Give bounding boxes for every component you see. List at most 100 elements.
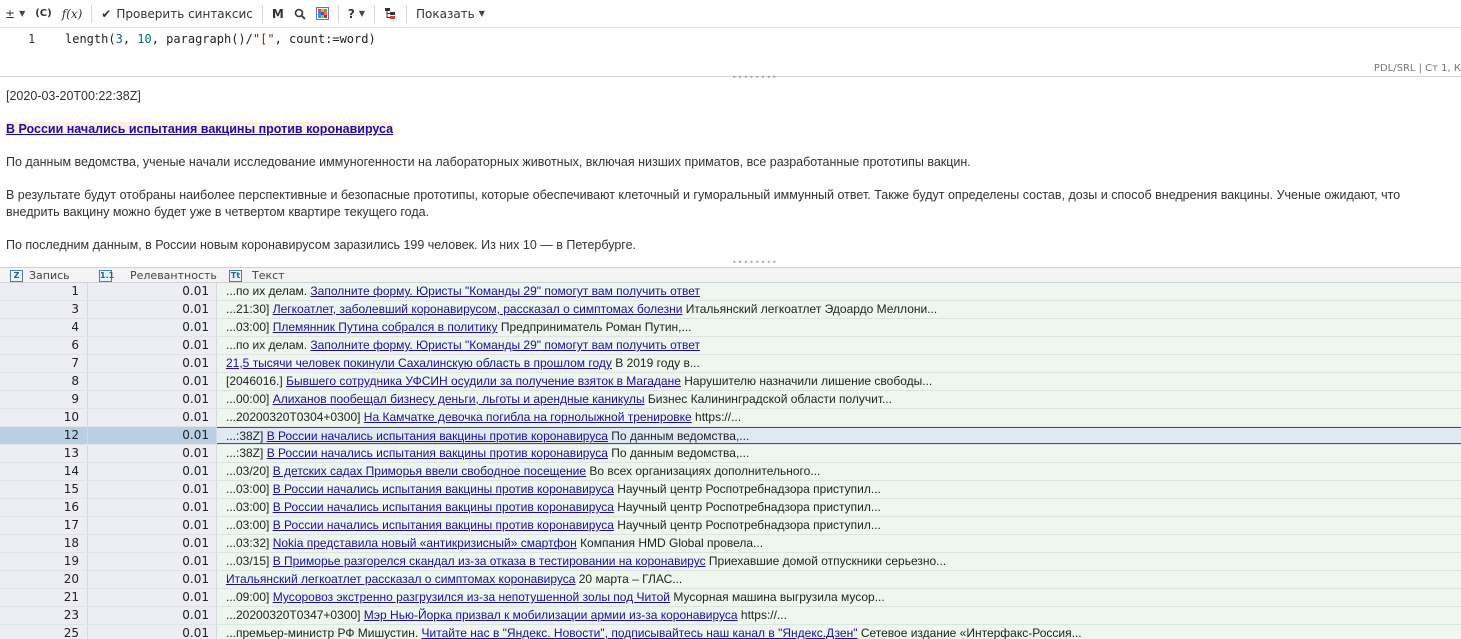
result-link[interactable]: В детских садах Приморья ввели свободное… — [273, 464, 586, 478]
record-cell[interactable]: 12 — [0, 427, 88, 444]
text-cell[interactable]: ...:38Z] В России начались испытания вак… — [217, 445, 1461, 462]
relevance-cell[interactable]: 0.01 — [88, 301, 217, 318]
table-row[interactable]: 21 0.01 ...09:00] Мусоровоз экстренно разг… — [0, 589, 1461, 607]
record-cell[interactable]: 17 — [0, 517, 88, 534]
text-cell[interactable]: ...03:00] В России начались испытания ва… — [217, 517, 1461, 534]
relevance-cell[interactable]: 0.01 — [88, 319, 217, 336]
result-link[interactable]: Nokia представила новый «антикризисный» … — [273, 536, 577, 550]
record-cell[interactable]: 20 — [0, 571, 88, 588]
check-syntax-button[interactable]: ✔ Проверить синтаксис — [96, 3, 258, 25]
splitter-top[interactable] — [0, 76, 1461, 77]
relevance-cell[interactable]: 0.01 — [88, 391, 217, 408]
zoom-button[interactable] — [289, 3, 311, 25]
plusminus-button[interactable]: ± ▼ — [0, 3, 30, 25]
record-cell[interactable]: 1 — [0, 283, 88, 300]
text-cell[interactable]: ...03:00] Племянник Путина собрался в по… — [217, 319, 1461, 336]
relevance-cell[interactable]: 0.01 — [88, 283, 217, 300]
text-cell[interactable]: ...03:00] В России начались испытания ва… — [217, 499, 1461, 516]
relevance-cell[interactable]: 0.01 — [88, 625, 217, 639]
text-cell[interactable]: ...03:00] В России начались испытания ва… — [217, 481, 1461, 498]
function-button[interactable]: f(x) — [57, 3, 88, 25]
table-row[interactable]: 13 0.01 ...:38Z] В России начались испытан… — [0, 445, 1461, 463]
result-link[interactable]: Читайте нас в "Яндекс. Новости", подписы… — [422, 626, 858, 639]
text-cell[interactable]: [2046016.] Бывшего сотрудника УФСИН осуд… — [217, 373, 1461, 390]
splitter-grip[interactable]: •••••••• — [732, 73, 778, 82]
result-link[interactable]: В России начались испытания вакцины прот… — [273, 482, 614, 496]
result-link[interactable]: Алиханов пообещал бизнесу деньги, льготы… — [273, 392, 645, 406]
record-cell[interactable]: 6 — [0, 337, 88, 354]
relevance-cell[interactable]: 0.01 — [88, 517, 217, 534]
text-cell[interactable]: ...00:00] Алиханов пообещал бизнесу день… — [217, 391, 1461, 408]
relevance-cell[interactable]: 0.01 — [88, 337, 217, 354]
palette-button[interactable] — [311, 3, 334, 25]
relevance-cell[interactable]: 0.01 — [88, 373, 217, 390]
table-row[interactable]: 7 0.01 21,5 тысячи человек покинули Сахали… — [0, 355, 1461, 373]
relevance-cell[interactable]: 0.01 — [88, 427, 217, 444]
code-line[interactable]: length(3, 10, paragraph()/"[", count:=wo… — [65, 32, 376, 46]
result-link[interactable]: На Камчатке девочка погибла на горнолыжн… — [364, 410, 692, 424]
table-row[interactable]: 9 0.01 ...00:00] Алиханов пообещал бизнесу… — [0, 391, 1461, 409]
relevance-cell[interactable]: 0.01 — [88, 463, 217, 480]
table-row[interactable]: 3 0.01 ...21:30] Легкоатлет, заболевший ко… — [0, 301, 1461, 319]
relevance-cell[interactable]: 0.01 — [88, 499, 217, 516]
document-title-link[interactable]: В России начались испытания вакцины прот… — [6, 122, 394, 136]
relevance-cell[interactable]: 0.01 — [88, 553, 217, 570]
text-cell[interactable]: ...03/20] В детских садах Приморья ввели… — [217, 463, 1461, 480]
table-row[interactable]: 8 0.01 [2046016.] Бывшего сотрудника УФСИН… — [0, 373, 1461, 391]
result-link[interactable]: Мэр Нью-Йорка призвал к мобилизации арми… — [364, 608, 738, 622]
result-link[interactable]: 21,5 тысячи человек покинули Сахалинскую… — [226, 356, 612, 370]
relevance-cell[interactable]: 0.01 — [88, 571, 217, 588]
record-cell[interactable]: 18 — [0, 535, 88, 552]
text-cell[interactable]: ...премьер-министр РФ Мишустин. Читайте … — [217, 625, 1461, 639]
table-row[interactable]: 14 0.01 ...03/20] В детских садах Приморья… — [0, 463, 1461, 481]
result-link[interactable]: В Приморье разгорелся скандал из-за отка… — [273, 554, 706, 568]
record-cell[interactable]: 23 — [0, 607, 88, 624]
table-row[interactable]: 12 0.01 ...:38Z] В России начались испытан… — [0, 427, 1461, 445]
table-row[interactable]: 10 0.01 ...20200320T0304+0300] На Камчатке… — [0, 409, 1461, 427]
result-link[interactable]: Итальянский легкоатлет рассказал о симпт… — [226, 572, 575, 586]
help-button[interactable]: ? ▼ — [343, 3, 370, 25]
text-cell[interactable]: ...21:30] Легкоатлет, заболевший коронав… — [217, 301, 1461, 318]
result-link[interactable]: В России начались испытания вакцины прот… — [267, 446, 608, 460]
result-link[interactable]: Заполните форму. Юристы "Команды 29" пом… — [310, 284, 700, 298]
table-row[interactable]: 19 0.01 ...03/15] В Приморье разгорелся ск… — [0, 553, 1461, 571]
text-cell[interactable]: ...20200320T0304+0300] На Камчатке девоч… — [217, 409, 1461, 426]
relevance-cell[interactable]: 0.01 — [88, 535, 217, 552]
relevance-cell[interactable]: 0.01 — [88, 589, 217, 606]
table-row[interactable]: 4 0.01 ...03:00] Племянник Путина собрался… — [0, 319, 1461, 337]
text-cell[interactable]: ...09:00] Мусоровоз экстренно разгрузилс… — [217, 589, 1461, 606]
result-link[interactable]: Мусоровоз экстренно разгрузился из-за не… — [273, 590, 670, 604]
record-cell[interactable]: 4 — [0, 319, 88, 336]
text-cell[interactable]: ...03/15] В Приморье разгорелся скандал … — [217, 553, 1461, 570]
result-link[interactable]: Заполните форму. Юристы "Команды 29" пом… — [310, 338, 700, 352]
relevance-cell[interactable]: 0.01 — [88, 355, 217, 372]
column-header-relevance[interactable]: 1.1 Релевантность — [99, 268, 217, 283]
record-cell[interactable]: 7 — [0, 355, 88, 372]
record-cell[interactable]: 9 — [0, 391, 88, 408]
table-row[interactable]: 16 0.01 ...03:00] В России начались испыта… — [0, 499, 1461, 517]
record-cell[interactable]: 21 — [0, 589, 88, 606]
record-cell[interactable]: 15 — [0, 481, 88, 498]
text-cell[interactable]: ...20200320T0347+0300] Мэр Нью-Йорка при… — [217, 607, 1461, 624]
result-link[interactable]: Легкоатлет, заболевший коронавирусом, ра… — [273, 302, 683, 316]
query-editor[interactable]: 1 length(3, 10, paragraph()/"[", count:=… — [0, 29, 1461, 76]
splitter-grip[interactable]: •••••••• — [732, 258, 778, 267]
text-cell[interactable]: ...03:32] Nokia представила новый «антик… — [217, 535, 1461, 552]
record-cell[interactable]: 3 — [0, 301, 88, 318]
column-header-record[interactable]: Z Запись — [10, 268, 70, 283]
result-link[interactable]: В России начались испытания вакцины прот… — [273, 518, 614, 532]
text-cell[interactable]: 21,5 тысячи человек покинули Сахалинскую… — [217, 355, 1461, 372]
table-row[interactable]: 15 0.01 ...03:00] В России начались испыта… — [0, 481, 1461, 499]
relevance-cell[interactable]: 0.01 — [88, 445, 217, 462]
record-cell[interactable]: 13 — [0, 445, 88, 462]
table-row[interactable]: 1 0.01 ...по их делам. Заполните форму. Юр… — [0, 283, 1461, 301]
result-link[interactable]: Бывшего сотрудника УФСИН осудили за полу… — [286, 374, 681, 388]
table-row[interactable]: 17 0.01 ...03:00] В России начались испыта… — [0, 517, 1461, 535]
text-cell[interactable]: Итальянский легкоатлет рассказал о симпт… — [217, 571, 1461, 588]
text-cell[interactable]: ...:38Z] В России начались испытания вак… — [217, 427, 1461, 444]
result-link[interactable]: В России начались испытания вакцины прот… — [267, 429, 608, 443]
record-cell[interactable]: 8 — [0, 373, 88, 390]
result-link[interactable]: Племянник Путина собрался в политику — [273, 320, 498, 334]
table-row[interactable]: 20 0.01 Итальянский легкоатлет рассказал о… — [0, 571, 1461, 589]
relevance-cell[interactable]: 0.01 — [88, 481, 217, 498]
